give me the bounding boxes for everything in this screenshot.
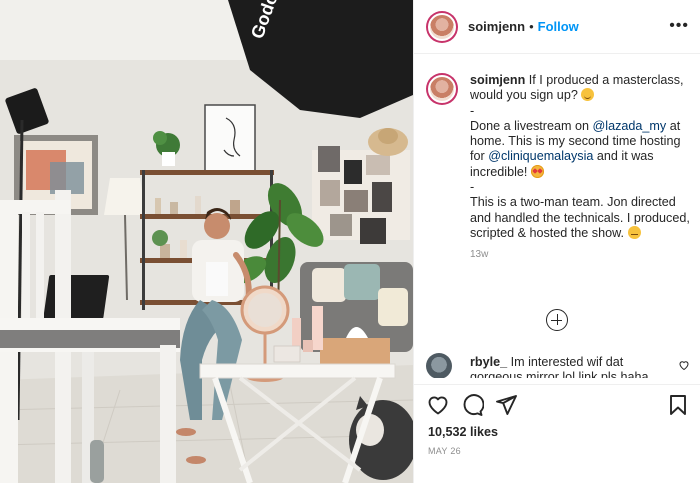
floor-lamp	[104, 178, 146, 215]
caption-line2-prefix: - Done a livestream on	[470, 103, 590, 133]
white-side-table	[199, 363, 396, 379]
caption-text: soimjenn If I produced a masterclass, wo…	[470, 73, 690, 241]
post-actions: 10,532 likes MAY 26	[414, 384, 700, 483]
post-caption: soimjenn If I produced a masterclass, wo…	[426, 73, 690, 260]
comment-bubble-icon[interactable]	[460, 393, 484, 417]
more-options-icon[interactable]: •••	[669, 18, 689, 34]
mention-clinique[interactable]: @cliniquemalaysia	[488, 149, 593, 163]
header-separator: •	[529, 19, 534, 34]
wooden-shelf	[140, 170, 274, 175]
caption-username[interactable]: soimjenn	[470, 73, 525, 87]
star-struck-face-icon	[530, 164, 544, 178]
comment-text: rbyle_ Im interested wif dat gorgeous mi…	[470, 355, 666, 378]
caption-time[interactable]: 13w	[470, 249, 690, 260]
thinking-face-icon	[627, 225, 641, 239]
save-bookmark-icon[interactable]	[666, 393, 690, 417]
skincare-bottles	[292, 318, 301, 350]
line-art-frame	[204, 104, 256, 172]
like-heart-icon[interactable]	[426, 393, 450, 417]
commenter-avatar[interactable]	[426, 353, 452, 378]
author-avatar[interactable]	[426, 10, 458, 43]
post-header: soimjenn • Follow •••	[414, 0, 700, 54]
photo-scene: Godox	[0, 0, 413, 483]
likes-count[interactable]: 10,532 likes	[428, 425, 498, 439]
post-photo[interactable]: Godox	[0, 0, 413, 483]
caption-author-avatar[interactable]	[426, 73, 458, 105]
load-more-comments-icon[interactable]	[546, 309, 568, 331]
comment-item: rbyle_ Im interested wif dat gorgeous mi…	[426, 353, 690, 378]
comment-like-heart-icon[interactable]	[678, 359, 690, 371]
post-side-panel: soimjenn • Follow ••• soimjenn If I prod…	[413, 0, 700, 483]
instagram-post-modal: Godox soimjenn • Follow ••• soimjenn If …	[0, 0, 700, 483]
follow-button[interactable]: Follow	[538, 19, 579, 34]
mention-lazada[interactable]: @lazada_my	[593, 119, 667, 133]
commenter-username[interactable]: rbyle_	[470, 355, 507, 369]
post-date: MAY 26	[428, 446, 461, 456]
caption-line3: - This is a two-man team. Jon directed a…	[470, 180, 690, 240]
share-paper-plane-icon[interactable]	[494, 393, 518, 417]
author-username[interactable]: soimjenn	[468, 19, 525, 34]
woman	[204, 213, 230, 239]
comments-section[interactable]: soimjenn If I produced a masterclass, wo…	[414, 55, 700, 378]
smiling-face-icon	[581, 88, 595, 102]
tablet	[43, 275, 110, 319]
